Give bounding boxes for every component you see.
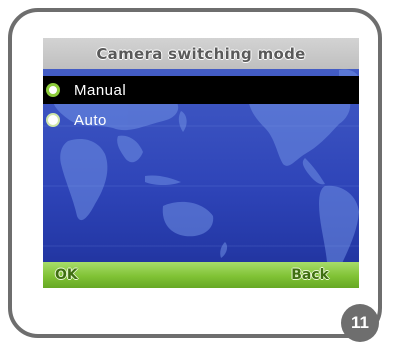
option-manual[interactable]: Manual	[43, 76, 359, 104]
option-auto-label: Auto	[74, 111, 107, 129]
screen-title: Camera switching mode	[96, 44, 306, 63]
radio-checked-icon	[46, 83, 60, 97]
page-number: 11	[351, 313, 369, 332]
softkey-bar: OK Back	[43, 262, 359, 288]
option-manual-label: Manual	[74, 81, 127, 99]
back-softkey[interactable]: Back	[291, 267, 329, 283]
title-bar: Camera switching mode	[43, 38, 359, 69]
option-auto[interactable]: Auto	[43, 106, 359, 134]
page-number-badge: 11	[341, 304, 379, 342]
camera-screen: Camera switching mode Manual Auto OK Bac…	[43, 38, 359, 288]
radio-unchecked-icon	[46, 113, 60, 127]
ok-softkey[interactable]: OK	[55, 267, 78, 283]
